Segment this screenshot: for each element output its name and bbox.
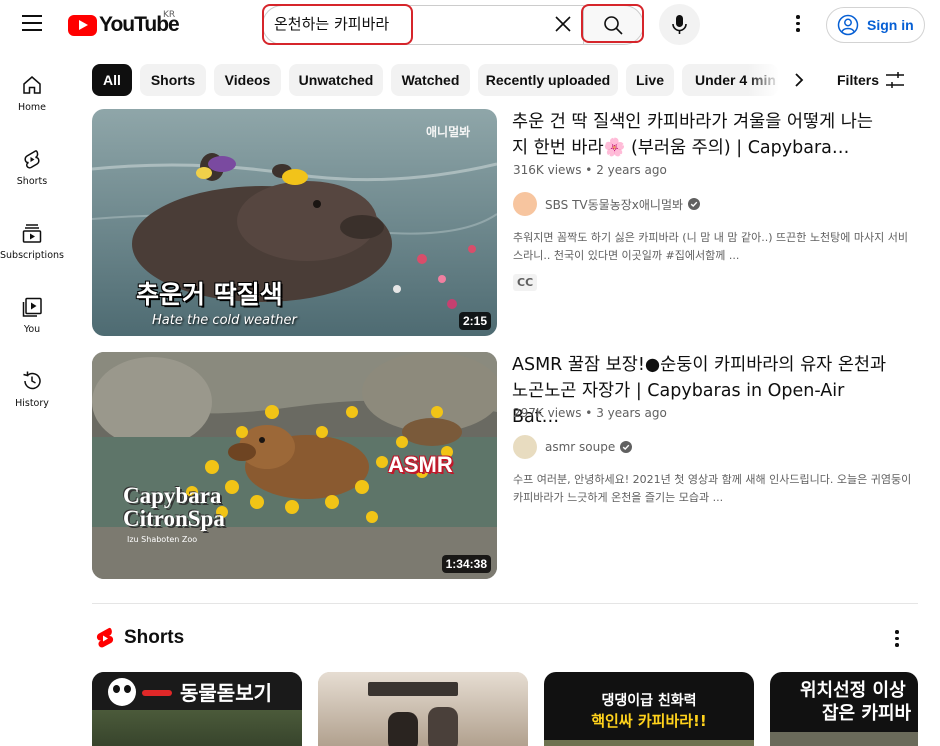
video-thumbnail[interactable]: 애니멀봐 추운거 딱질색 Hate the cold weather 2:15 [92, 109, 497, 336]
filters-button[interactable]: Filters [837, 72, 879, 88]
account-icon [837, 14, 859, 36]
channel-link[interactable]: SBS TV동물농장x애니멀봐 [513, 192, 701, 216]
video-duration: 1:34:38 [441, 555, 491, 573]
video-thumbnail[interactable]: ASMR Capybara CitronSpa Izu Shaboten Zoo… [92, 352, 497, 579]
sidebar-item-shorts[interactable]: Shorts [0, 148, 64, 187]
mic-icon [672, 15, 687, 34]
sidebar-item-you[interactable]: You [0, 296, 64, 335]
avatar [513, 435, 537, 459]
subscriptions-icon [22, 224, 42, 243]
cc-badge: CC [513, 274, 538, 291]
verified-icon [620, 441, 633, 453]
search-input[interactable]: 온천하는 카피바라 [274, 13, 389, 34]
magnifier-icon [142, 690, 172, 696]
panda-icon [108, 678, 136, 706]
video-description: 수프 여러분, 안녕하세요! 2021년 첫 영상과 함께 새해 인사드립니다.… [513, 473, 912, 504]
verified-icon [688, 198, 701, 210]
thumbnail-subtitle: Izu Shaboten Zoo [127, 535, 198, 544]
video-meta: 316K views • 2 years ago [513, 163, 667, 177]
clear-icon[interactable] [553, 14, 573, 34]
avatar [513, 192, 537, 216]
thumbnail-corner-label: 애니멀봐 [426, 125, 471, 139]
shorts-section-title: Shorts [124, 627, 185, 648]
video-title[interactable]: 추운 건 딱 질색인 카피바라가 겨울을 어떻게 나는 지 한번 바라🌸 (부러… [512, 109, 892, 161]
thumbnail-asmr-label: ASMR [388, 452, 453, 477]
section-divider [92, 603, 918, 604]
video-duration: 2:15 [458, 312, 491, 330]
short-item[interactable]: 동물돋보기 [92, 672, 302, 746]
chip-live[interactable]: Live [626, 64, 674, 96]
menu-icon[interactable] [22, 15, 42, 33]
thumbnail-caption-ko: 추운거 딱질색 [136, 280, 283, 309]
sign-in-button[interactable]: Sign in [826, 7, 925, 43]
settings-kebab-icon[interactable] [796, 15, 800, 33]
short-item[interactable]: 댕댕이급 친화력 핵인싸 카피바라!! [544, 672, 754, 746]
voice-search-button[interactable] [659, 4, 700, 45]
short-item[interactable] [318, 672, 528, 746]
chip-videos[interactable]: Videos [214, 64, 281, 96]
shorts-logo-icon [96, 627, 114, 648]
sidebar-item-home[interactable]: Home [0, 74, 64, 113]
shorts-icon [24, 150, 40, 169]
chip-recently-uploaded[interactable]: Recently uploaded [478, 64, 618, 96]
chip-fade [748, 60, 780, 100]
shorts-more-icon[interactable] [895, 630, 899, 650]
region-label: KR [163, 10, 176, 20]
chip-unwatched[interactable]: Unwatched [289, 64, 383, 96]
chip-all[interactable]: All [92, 64, 132, 96]
sidebar-item-history[interactable]: History [0, 370, 64, 409]
chip-shorts[interactable]: Shorts [140, 64, 206, 96]
video-meta: 297K views • 3 years ago [513, 406, 667, 420]
short-item[interactable]: 위치선정 이상 잡은 카피바 [770, 672, 918, 746]
filters-icon[interactable] [884, 70, 906, 90]
thumbnail-caption-en: Hate the cold weather [152, 313, 297, 328]
chevron-right-icon[interactable] [785, 66, 813, 94]
sidebar-item-subscriptions[interactable]: Subscriptions [0, 222, 64, 261]
video-description: 추워지면 꼼짝도 하기 싫은 카피바라 (니 맘 내 맘 같아..) 뜨끈한 노… [513, 231, 908, 262]
home-icon [23, 76, 41, 94]
you-icon [22, 297, 42, 317]
chip-watched[interactable]: Watched [391, 64, 470, 96]
search-button-highlight [581, 4, 644, 43]
thumbnail-title: Capybara CitronSpa [123, 483, 225, 531]
youtube-play-icon [68, 14, 97, 36]
channel-link[interactable]: asmr soupe [513, 435, 633, 459]
history-icon [23, 371, 41, 390]
